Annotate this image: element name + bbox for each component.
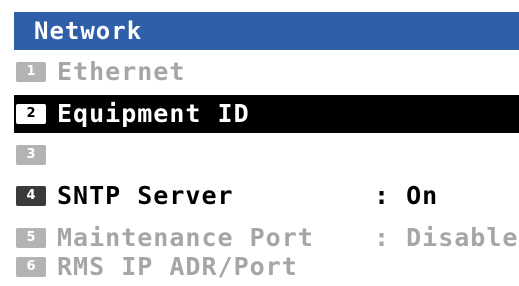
item-number-badge: 2 (16, 104, 46, 124)
item-label: Ethernet (57, 57, 186, 86)
menu-item-ethernet[interactable]: 1 Ethernet (14, 53, 519, 91)
menu-title: Network (34, 17, 143, 45)
item-label: SNTP Server (57, 181, 234, 210)
item-value: : On (374, 181, 439, 210)
menu-item-3[interactable]: 3 (14, 136, 519, 174)
network-menu: Network 1 Ethernet 2 Equipment ID 3 4 SN… (14, 12, 519, 284)
item-label: RMS IP ADR/Port (57, 252, 298, 281)
item-number-badge: 1 (16, 62, 46, 82)
item-number-badge: 3 (16, 145, 46, 165)
item-number-badge: 6 (16, 257, 46, 277)
menu-item-equipment-id[interactable]: 2 Equipment ID (14, 95, 519, 133)
item-number-badge: 5 (16, 228, 46, 248)
menu-item-rms-ip-adr-port[interactable]: 6 RMS IP ADR/Port (14, 248, 519, 286)
item-label: Equipment ID (57, 99, 250, 128)
menu-item-sntp-server[interactable]: 4 SNTP Server : On (14, 177, 519, 215)
menu-header: Network (14, 12, 519, 50)
item-number-badge: 4 (16, 186, 46, 206)
